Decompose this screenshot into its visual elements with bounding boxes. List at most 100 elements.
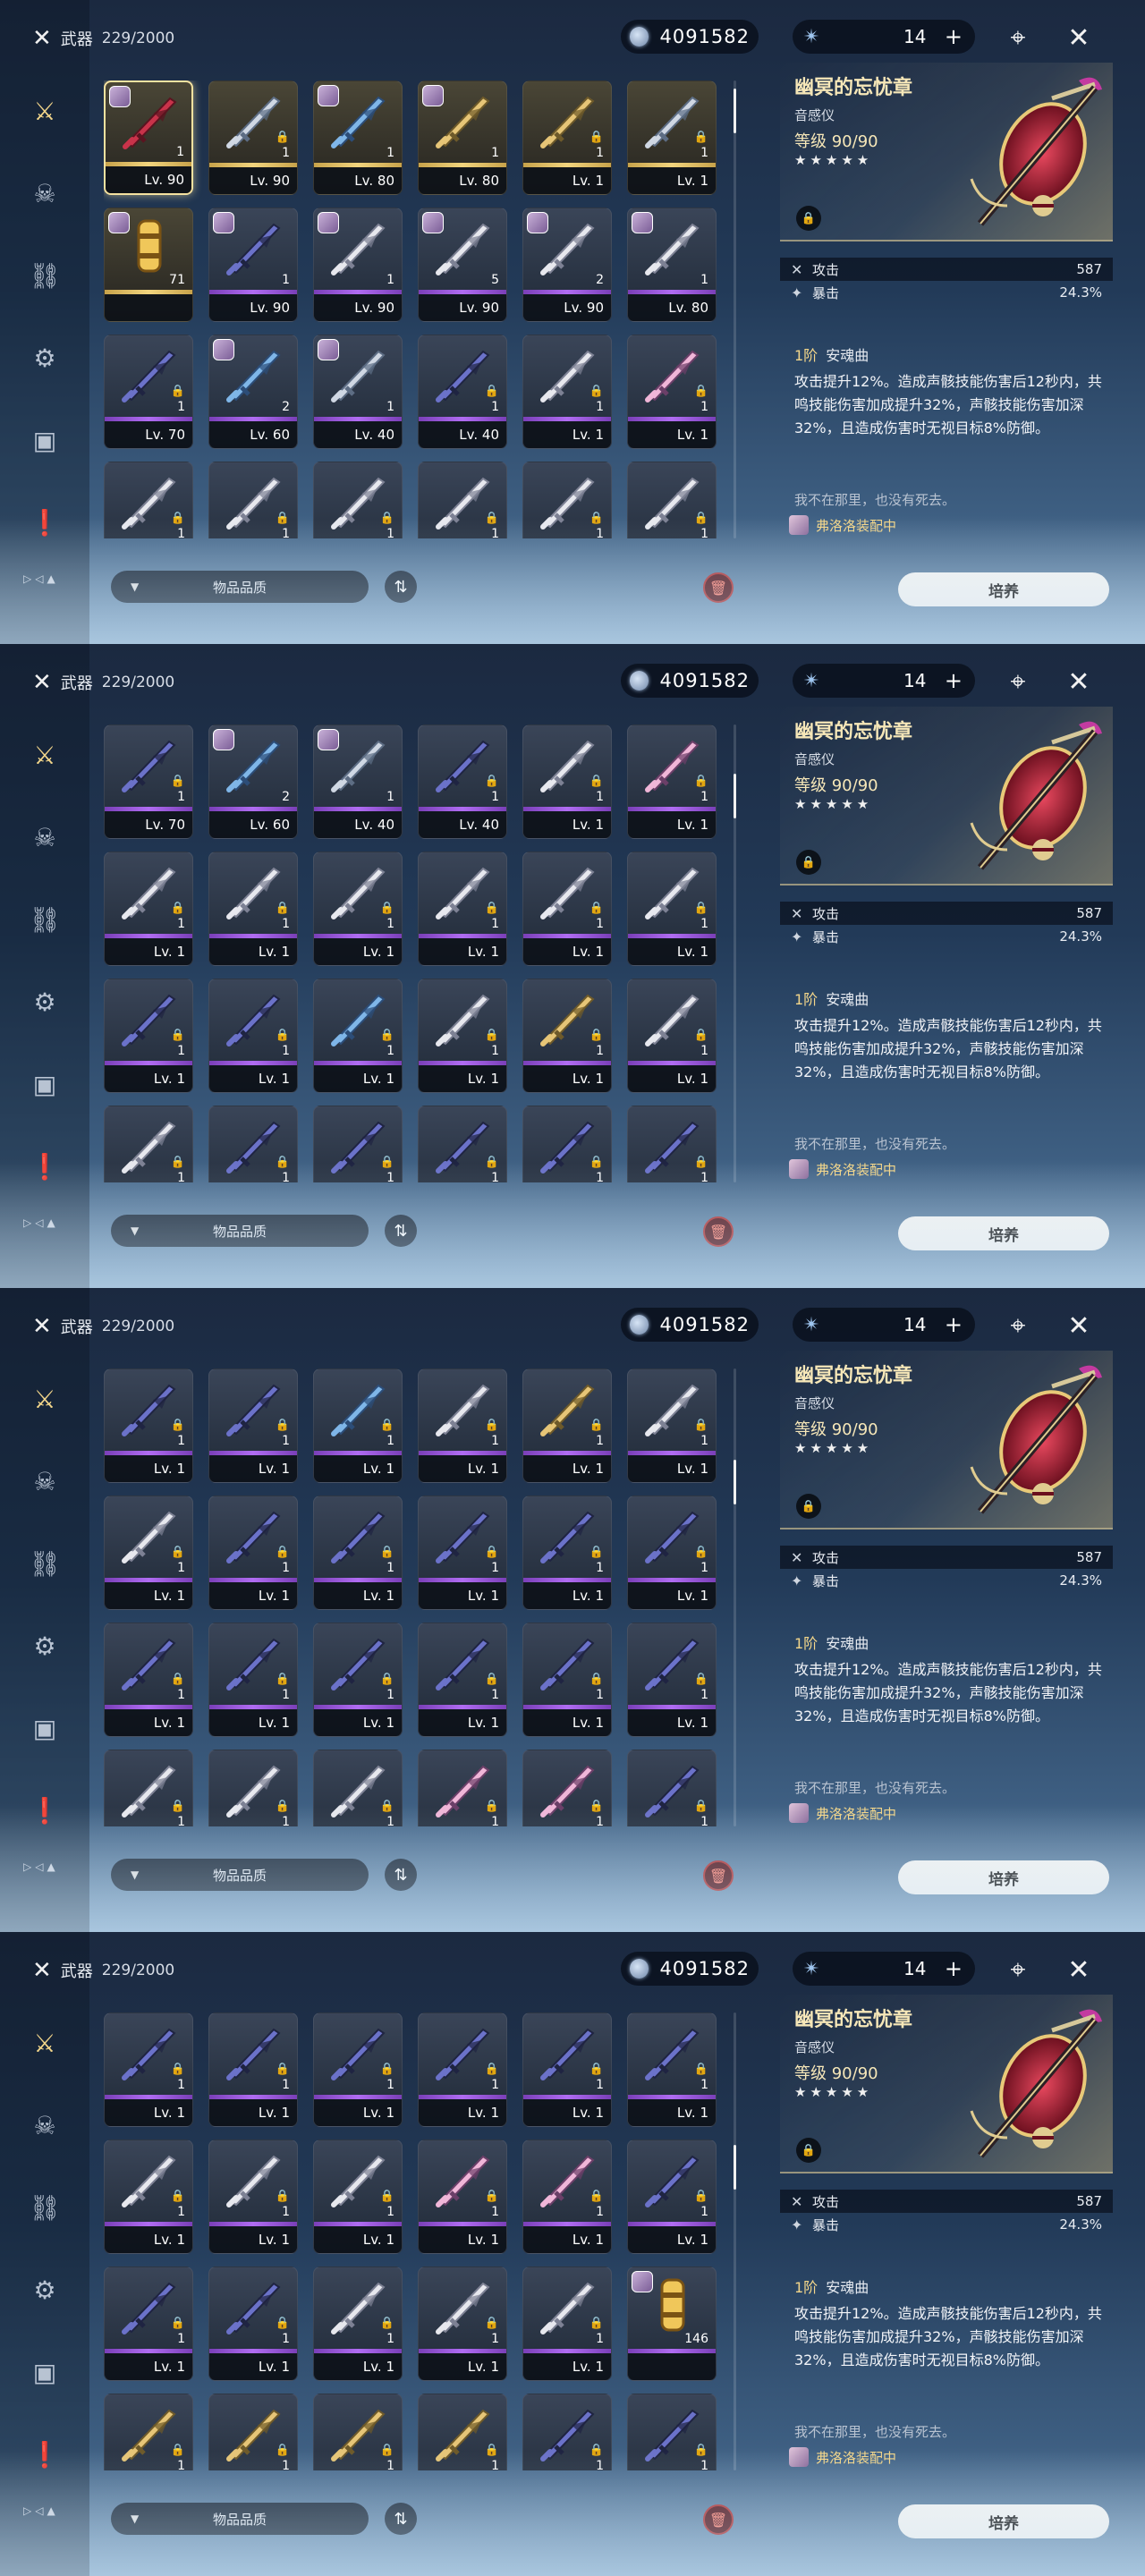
stamina-display[interactable]: ✴ 14 + [793, 1952, 975, 1986]
add-stamina-button[interactable]: + [945, 1312, 963, 1337]
weapon-slot[interactable]: 🔒 1 Lv. 1 [208, 1496, 298, 1610]
weapon-slot[interactable]: 🔒 1 Lv. 1 [418, 852, 507, 966]
weapon-slot[interactable]: 🔒 1 Lv. 1 [208, 1368, 298, 1483]
sort-button[interactable]: ⇅ [385, 1859, 417, 1891]
weapon-slot[interactable]: 🔒 1 Lv. 1 [627, 852, 717, 966]
chain-link-icon[interactable]: ⛓ [21, 1540, 68, 1587]
weapon-slot[interactable]: 🔒 1 [104, 462, 193, 538]
scrollbar-thumb[interactable] [734, 89, 736, 134]
quality-filter-button[interactable]: ▼ 物品品质 [111, 1859, 369, 1891]
weapon-slot[interactable]: 🔒 1 [208, 1106, 298, 1182]
view-mode-icons[interactable]: ▷◁▲ [23, 1216, 59, 1229]
sword-cross-icon[interactable]: ⚔ [21, 88, 68, 134]
scrollbar-thumb[interactable] [734, 774, 736, 819]
weapon-slot[interactable]: 🔒 1 [208, 1750, 298, 1826]
document-alert-icon[interactable]: ❗ [21, 1787, 68, 1834]
weapon-slot[interactable]: 2 Lv. 90 [522, 208, 612, 322]
weapon-slot[interactable]: 🔒 1 Lv. 1 [418, 1368, 507, 1483]
close-icon[interactable]: ✕ [1061, 664, 1097, 699]
add-stamina-button[interactable]: + [945, 668, 963, 693]
echo-mask-icon[interactable]: ☠ [21, 2102, 68, 2148]
weapon-slot[interactable]: 🔒 1 Lv. 1 [208, 2012, 298, 2127]
weapon-slot[interactable]: 🔒 1 [104, 1106, 193, 1182]
weapon-slot[interactable]: 🔒 1 Lv. 1 [313, 2267, 403, 2381]
gear-ring-icon[interactable]: ⚙ [21, 979, 68, 1025]
quality-filter-button[interactable]: ▼ 物品品质 [111, 571, 369, 603]
chain-link-icon[interactable]: ⛓ [21, 252, 68, 299]
weapon-slot[interactable]: 🔒 1 Lv. 1 [313, 1368, 403, 1483]
weapon-slot[interactable]: 🔒 1 Lv. 1 [522, 724, 612, 839]
weapon-slot[interactable]: 🔒 1 [313, 1106, 403, 1182]
upgrade-button[interactable]: 培养 [898, 1860, 1109, 1894]
weapon-slot[interactable]: 🔒 1 Lv. 1 [313, 852, 403, 966]
echo-mask-icon[interactable]: ☠ [21, 814, 68, 860]
chain-link-icon[interactable]: ⛓ [21, 2184, 68, 2231]
weapon-slot[interactable]: 1 Lv. 40 [313, 335, 403, 449]
view-mode-icons[interactable]: ▷◁▲ [23, 572, 59, 585]
weapon-slot[interactable]: 🔒 1 [418, 1750, 507, 1826]
lock-toggle-icon[interactable]: 🔒 [796, 2138, 821, 2163]
weapon-slot[interactable]: 🔒 1 Lv. 1 [104, 1496, 193, 1610]
weapon-slot[interactable]: 🔒 1 [627, 2394, 717, 2470]
weapon-slot[interactable]: 1 Lv. 90 [208, 208, 298, 322]
stamina-display[interactable]: ✴ 14 + [793, 1308, 975, 1342]
weapon-slot[interactable]: 🔒 1 Lv. 1 [104, 852, 193, 966]
weapon-slot[interactable]: 🔒 1 Lv. 1 [627, 2140, 717, 2254]
weapon-slot[interactable]: 🔒 1 Lv. 40 [418, 335, 507, 449]
quality-filter-button[interactable]: ▼ 物品品质 [111, 2503, 369, 2535]
upgrade-button[interactable]: 培养 [898, 1216, 1109, 1250]
close-icon[interactable]: ✕ [1061, 20, 1097, 55]
weapon-slot[interactable]: 🔒 1 Lv. 1 [104, 979, 193, 1093]
weapon-slot[interactable]: 🔒 1 [522, 462, 612, 538]
box-icon[interactable]: ▣ [21, 1705, 68, 1751]
close-icon[interactable]: ✕ [1061, 1952, 1097, 1987]
weapon-slot[interactable]: 🔒 1 Lv. 1 [522, 335, 612, 449]
weapon-slot[interactable]: 🔒 1 Lv. 1 [208, 2140, 298, 2254]
weapon-slot[interactable]: 🔒 1 Lv. 1 [208, 852, 298, 966]
weapon-slot[interactable]: 1 Lv. 80 [313, 80, 403, 195]
weapon-slot[interactable]: 🔒 1 [522, 1750, 612, 1826]
box-icon[interactable]: ▣ [21, 417, 68, 463]
gear-ring-icon[interactable]: ⚙ [21, 2267, 68, 2313]
quality-filter-button[interactable]: ▼ 物品品质 [111, 1215, 369, 1247]
weapon-slot[interactable]: 🔒 1 [627, 1750, 717, 1826]
sword-cross-icon[interactable]: ⚔ [21, 732, 68, 778]
weapon-slot[interactable]: 5 Lv. 90 [418, 208, 507, 322]
weapon-slot[interactable]: 🔒 1 Lv. 1 [313, 1496, 403, 1610]
upgrade-button[interactable]: 培养 [898, 2504, 1109, 2538]
weapon-slot[interactable]: 🔒 1 Lv. 1 [104, 1368, 193, 1483]
document-alert-icon[interactable]: ❗ [21, 1143, 68, 1190]
view-mode-icons[interactable]: ▷◁▲ [23, 2504, 59, 2517]
weapon-slot[interactable]: 146 [627, 2267, 717, 2381]
weapon-slot[interactable]: 🔒 1 Lv. 1 [313, 1623, 403, 1737]
weapon-slot[interactable]: 🔒 1 Lv. 1 [522, 2267, 612, 2381]
sort-button[interactable]: ⇅ [385, 1215, 417, 1247]
weapon-slot[interactable]: 🔒 1 [313, 2394, 403, 2470]
chain-link-icon[interactable]: ⛓ [21, 896, 68, 943]
sort-button[interactable]: ⇅ [385, 571, 417, 603]
weapon-slot[interactable]: 🔒 1 Lv. 1 [418, 979, 507, 1093]
weapon-slot[interactable]: 🔒 1 Lv. 1 [418, 1496, 507, 1610]
weapon-slot[interactable]: 🔒 1 Lv. 1 [627, 979, 717, 1093]
scrollbar-thumb[interactable] [734, 2144, 736, 2190]
weapon-slot[interactable]: 🔒 1 Lv. 1 [522, 1496, 612, 1610]
weapon-slot[interactable]: 🔒 1 [522, 1106, 612, 1182]
weapon-slot[interactable]: 🔒 1 Lv. 1 [208, 979, 298, 1093]
weapon-slot[interactable]: 🔒 1 Lv. 1 [522, 80, 612, 195]
weapon-slot[interactable]: 🔒 1 [104, 2394, 193, 2470]
delete-button[interactable]: 🗑 [703, 1216, 734, 1247]
document-alert-icon[interactable]: ❗ [21, 2431, 68, 2478]
weapon-slot[interactable]: 🔒 1 Lv. 1 [208, 2267, 298, 2381]
weapon-slot[interactable]: 🔒 1 [418, 1106, 507, 1182]
weapon-slot[interactable]: 🔒 1 Lv. 1 [418, 1623, 507, 1737]
scrollbar-thumb[interactable] [734, 1459, 736, 1504]
echo-mask-icon[interactable]: ☠ [21, 170, 68, 216]
delete-button[interactable]: 🗑 [703, 1860, 734, 1891]
scrollbar-track[interactable] [734, 2012, 736, 2470]
weapon-slot[interactable]: 🔒 1 Lv. 1 [104, 2267, 193, 2381]
weapon-slot[interactable]: 🔒 1 Lv. 90 [208, 80, 298, 195]
document-alert-icon[interactable]: ❗ [21, 499, 68, 546]
lock-toggle-icon[interactable]: 🔒 [796, 850, 821, 875]
weapon-slot[interactable]: 🔒 1 Lv. 70 [104, 335, 193, 449]
weapon-slot[interactable]: 🔒 1 Lv. 1 [522, 1623, 612, 1737]
